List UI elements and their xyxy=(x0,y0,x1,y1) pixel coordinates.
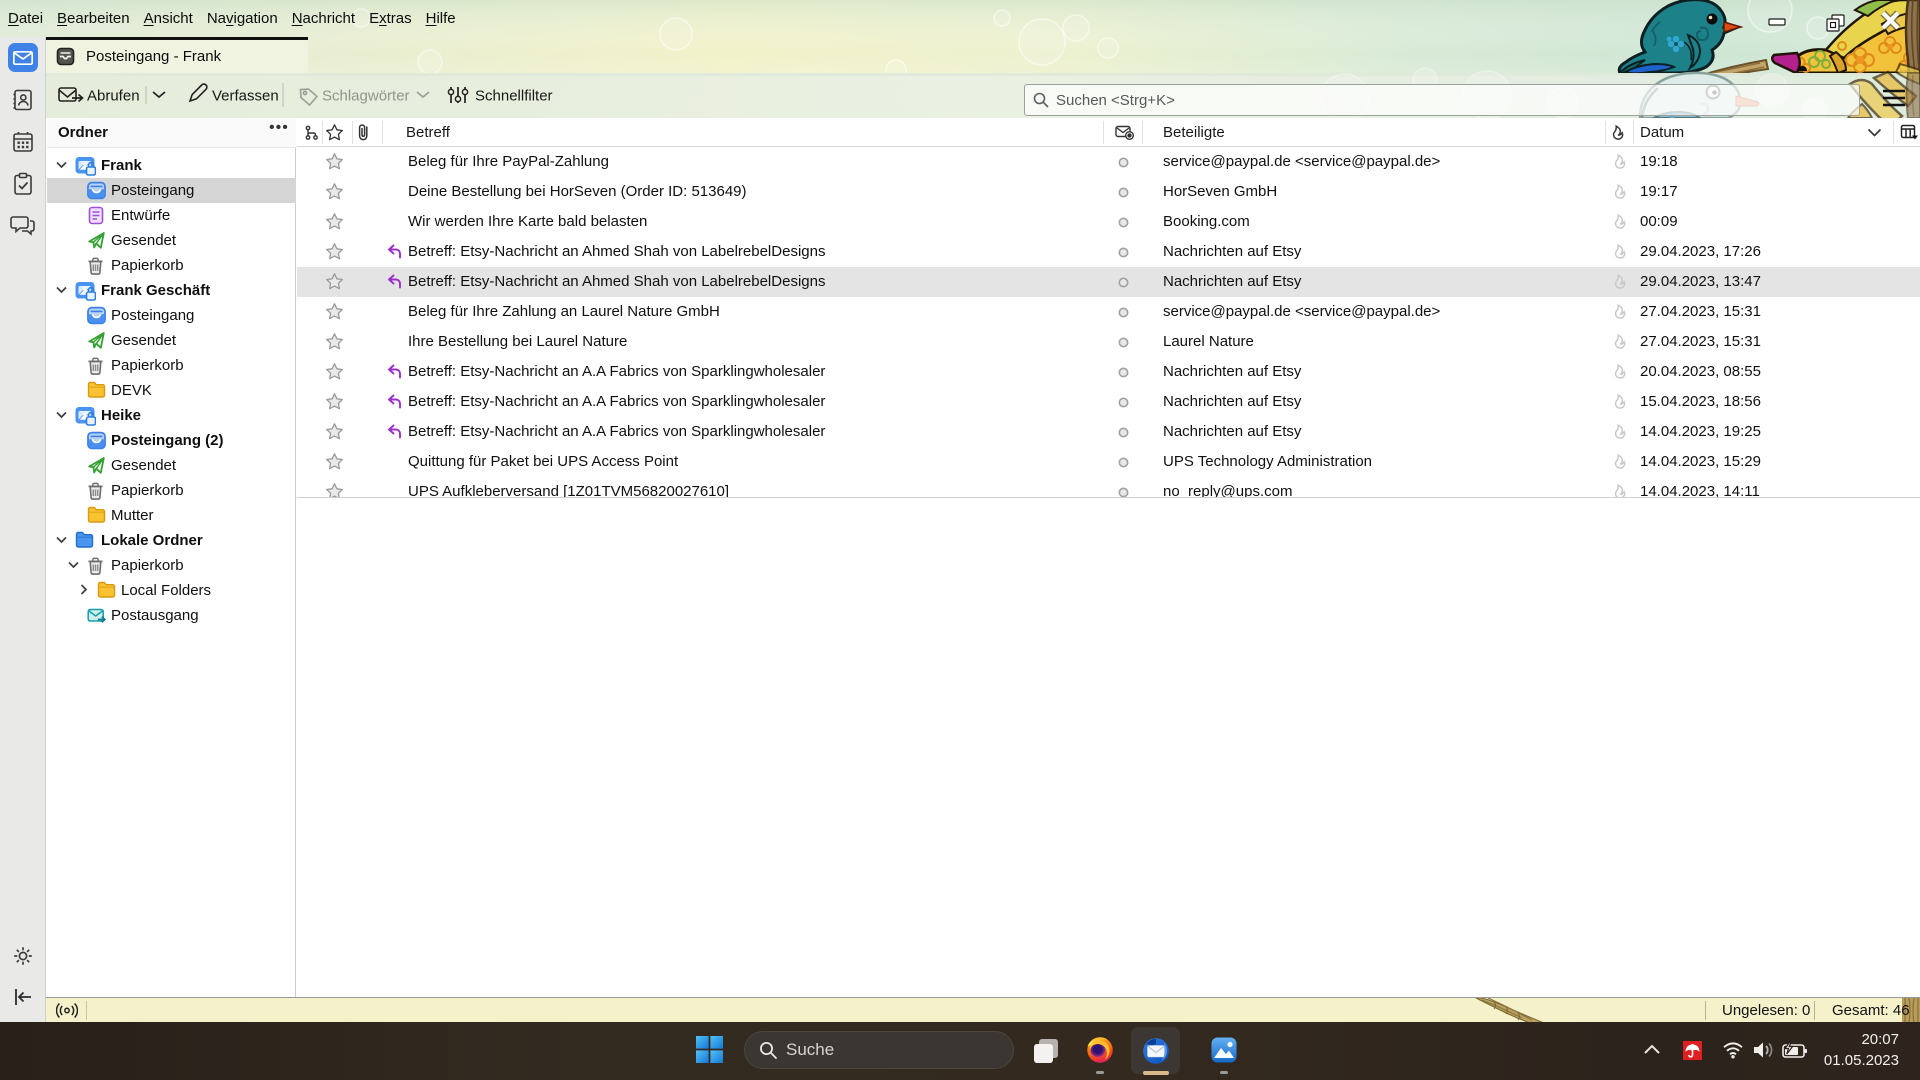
svg-text:Schlagwörter: Schlagwörter xyxy=(322,88,410,105)
svg-text:Schnellfilter: Schnellfilter xyxy=(475,88,553,105)
svg-text:Verfassen: Verfassen xyxy=(212,88,279,105)
svg-text:Abrufen: Abrufen xyxy=(87,88,140,105)
